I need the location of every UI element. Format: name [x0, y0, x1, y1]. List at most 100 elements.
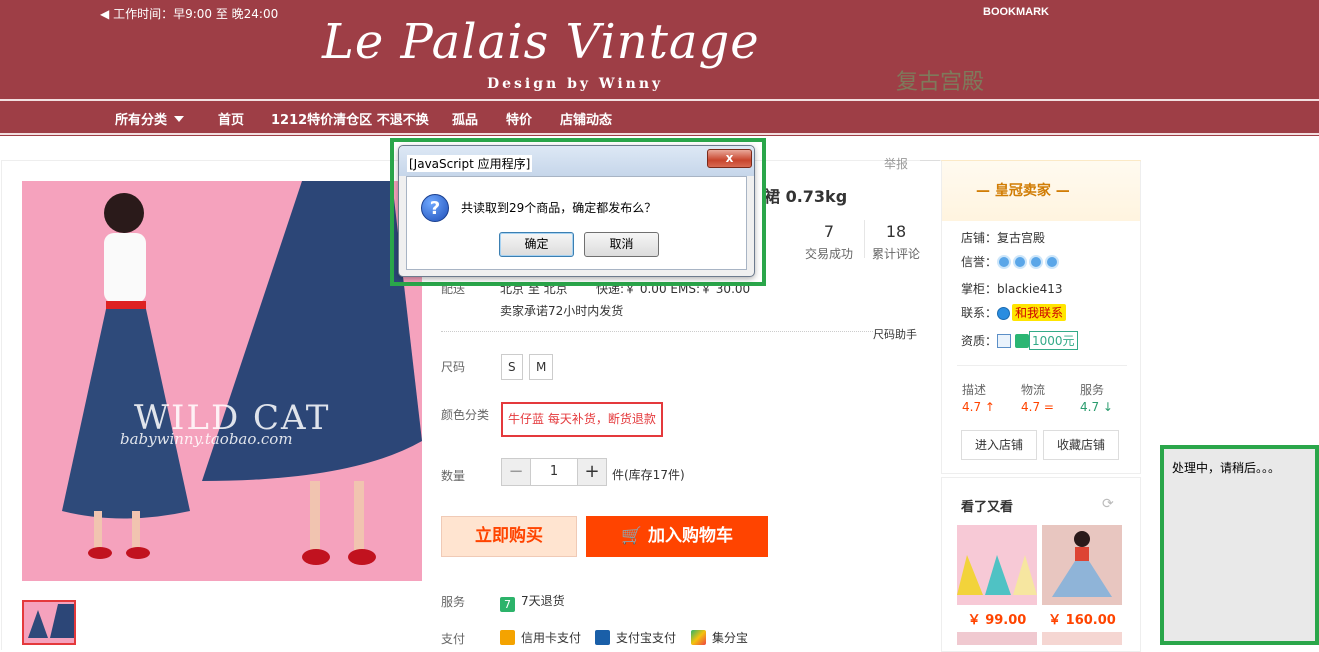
seller-badge: — 皇冠卖家 — — [976, 183, 1070, 199]
seller-qualification-row: 资质： 1000元 — [961, 331, 1078, 350]
nav-home[interactable]: 首页 — [218, 109, 244, 128]
nav-shop-news[interactable]: 店铺动态 — [560, 109, 612, 128]
caret-down-icon — [174, 116, 185, 122]
color-label: 颜色分类 — [441, 408, 490, 422]
seller-contact-row: 联系： 和我联系 — [961, 304, 1067, 321]
size-option-m[interactable]: M — [529, 354, 554, 380]
product-photo-illustration — [22, 181, 422, 581]
size-label: 尺码 — [441, 360, 466, 374]
stat-reviews[interactable]: 18 累计评论 — [870, 222, 922, 262]
score-logistics-value: 4.7 = — [1021, 400, 1054, 414]
related-item-image[interactable] — [957, 632, 1037, 645]
seller-credit-row: 信誉： — [961, 253, 1061, 270]
nav-all-categories[interactable]: 所有分类 — [115, 109, 185, 128]
crown-icon — [1013, 255, 1028, 269]
seller-owner-row: 掌柜：blackie413 — [961, 280, 1063, 297]
work-hours-text: 工作时间：早9:00 至 晚24:00 — [113, 7, 279, 21]
dialog-ok-button[interactable]: 确定 — [499, 232, 574, 257]
shop-name[interactable]: 复古宫殿 — [997, 231, 1045, 245]
seller-separator — [957, 365, 1127, 366]
deposit-shield-icon — [1015, 334, 1030, 348]
header-divider-bottom — [0, 133, 1319, 135]
related-item-image[interactable] — [1042, 632, 1122, 645]
pay-jifenbao[interactable]: 集分宝 — [691, 629, 748, 646]
payment-label: 支付 — [441, 632, 466, 646]
question-icon: ? — [421, 194, 449, 222]
report-link[interactable]: 举报 — [884, 155, 908, 172]
buy-now-button[interactable]: 立即购买 — [441, 516, 577, 557]
header-divider — [0, 99, 1319, 101]
main-product-image[interactable] — [22, 181, 422, 581]
service-7day-return[interactable]: 7 7天退货 — [500, 592, 565, 612]
processing-text: 处理中，请稍后。。。 — [1172, 461, 1281, 475]
product-title: 裙 0.73kg — [764, 187, 848, 206]
cart-icon: 🛒 — [620, 526, 643, 546]
score-description: 描述 4.7 ↑ — [962, 381, 995, 414]
score-service-value: 4.7 ↓ — [1080, 400, 1113, 414]
crown-icon — [1045, 255, 1060, 269]
stat-reviews-label: 累计评论 — [871, 247, 920, 261]
bookmark-link[interactable]: BOOKMARK — [983, 6, 1049, 18]
score-description-value: 4.7 ↑ — [962, 400, 995, 414]
service-label: 服务 — [441, 595, 466, 609]
service-text: 7天退货 — [521, 594, 565, 608]
shop-cn-name: 复古宫殿 — [896, 70, 985, 95]
dialog-cancel-button[interactable]: 取消 — [584, 232, 659, 257]
score-logistics: 物流 4.7 = — [1021, 381, 1054, 414]
color-option-denim[interactable]: 牛仔蓝 每天补货，断货退款 — [501, 402, 663, 437]
product-thumbnail[interactable] — [22, 600, 76, 645]
id-card-icon[interactable] — [997, 334, 1012, 348]
pay-alipay[interactable]: 支付宝支付 — [595, 629, 676, 646]
credit-label: 信誉： — [961, 255, 998, 269]
nav-unique[interactable]: 孤品 — [452, 109, 478, 128]
nav-special[interactable]: 特价 — [506, 109, 532, 128]
shop-logo[interactable]: Le Palais Vintage — [322, 14, 760, 70]
contact-seller-button[interactable]: 和我联系 — [1012, 304, 1067, 321]
size-option-s[interactable]: S — [501, 354, 523, 380]
stat-transactions: 7 交易成功 — [803, 222, 855, 262]
owner-label: 掌柜： — [961, 282, 998, 296]
dialog-body — [406, 176, 747, 270]
related-item-image[interactable] — [957, 525, 1037, 605]
seven-day-icon: 7 — [500, 597, 515, 612]
related-item-price: ￥ 160.00 — [1048, 613, 1116, 628]
wangwang-icon — [997, 307, 1011, 320]
refresh-icon[interactable]: ⟳ — [1102, 496, 1114, 512]
deposit-amount[interactable]: 1000元 — [1029, 331, 1078, 350]
dialog-close-button[interactable]: x — [707, 149, 752, 168]
crown-icon — [1029, 255, 1044, 269]
nav-all-categories-label: 所有分类 — [115, 113, 168, 128]
seller-badge-text: 皇冠卖家 — [994, 183, 1051, 199]
enter-shop-button[interactable]: 进入店铺 — [961, 430, 1037, 460]
stat-divider — [864, 220, 865, 258]
quantity-minus-button[interactable]: − — [502, 459, 530, 485]
nav-clearance[interactable]: 1212特价清仓区 不退不换 — [271, 109, 429, 128]
add-to-cart-button[interactable]: 🛒 加入购物车 — [586, 516, 768, 557]
stat-reviews-value: 18 — [885, 222, 907, 241]
work-hours: ◀ 工作时间：早9:00 至 晚24:00 — [100, 5, 278, 22]
quantity-plus-button[interactable]: + — [578, 459, 606, 485]
credit-card-icon — [500, 630, 515, 645]
shipping-promise: 卖家承诺72小时内发货 — [500, 304, 624, 318]
related-title: 看了又看 — [961, 500, 1014, 515]
dialog-message: 共读取到29个商品，确定都发布么？ — [461, 201, 657, 215]
related-item-price: ￥ 99.00 — [967, 613, 1027, 628]
pay-credit-card[interactable]: 信用卡支付 — [500, 629, 581, 646]
pay-jifenbao-label: 集分宝 — [712, 631, 749, 645]
related-item-image[interactable] — [1042, 525, 1122, 605]
shop-tagline: Design by Winny — [487, 76, 664, 92]
report-divider — [920, 160, 940, 161]
qualification-label: 资质： — [961, 334, 998, 348]
favorite-shop-button[interactable]: 收藏店铺 — [1043, 430, 1119, 460]
quantity-input[interactable]: 1 — [530, 459, 578, 485]
seller-shop-row: 店铺：复古宫殿 — [961, 229, 1045, 246]
related-item-illustration — [957, 525, 1037, 605]
jifenbao-icon — [691, 630, 706, 645]
thumbnail-illustration — [24, 602, 74, 643]
dotted-divider — [441, 331, 873, 332]
crown-icon — [997, 255, 1012, 269]
stock-text: 件(库存17件) — [612, 468, 685, 482]
processing-box: 处理中，请稍后。。。 — [1160, 445, 1319, 645]
size-helper-link[interactable]: 尺码助手 — [873, 326, 917, 342]
pay-credit-card-label: 信用卡支付 — [521, 631, 582, 645]
